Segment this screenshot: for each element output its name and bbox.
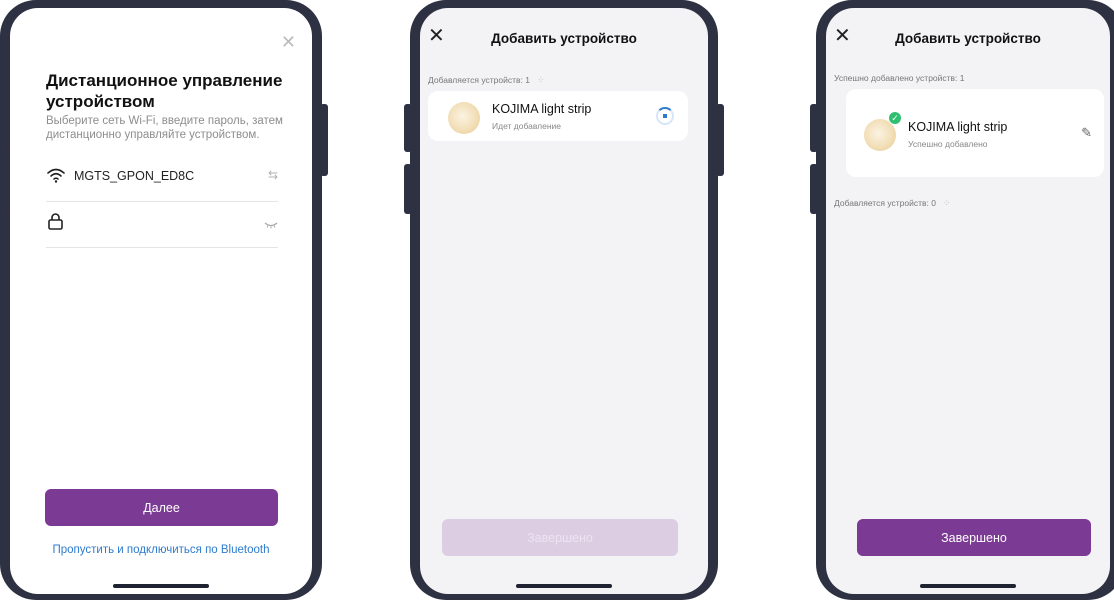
done-button[interactable]: Завершено: [442, 519, 678, 556]
device-status: Успешно добавлено: [908, 139, 988, 149]
device-thumbnail: [448, 102, 480, 134]
adding-count-row: Добавляется устройств: 0 ⁘: [834, 198, 950, 209]
next-button[interactable]: Далее: [45, 489, 278, 526]
eye-closed-icon[interactable]: [264, 221, 278, 229]
header-title: Добавить устройство: [491, 31, 637, 46]
phone-side-button: [320, 104, 328, 176]
wifi-network-field[interactable]: MGTS_GPON_ED8C ⇆: [46, 156, 278, 202]
adding-device-screen: ✕ Добавить устройство Добавляется устрой…: [420, 8, 708, 594]
phone-side-button: [404, 104, 412, 152]
done-button[interactable]: Завершено: [857, 519, 1091, 556]
device-card[interactable]: ✓ KOJIMA light strip Успешно добавлено ✎: [846, 89, 1104, 177]
device-added-screen: ✕ Добавить устройство Успешно добавлено …: [826, 8, 1110, 594]
phone-wifi-setup: ✕ Дистанционное управление устройством В…: [0, 0, 328, 600]
progress-icon: [656, 107, 674, 125]
wifi-icon: [47, 168, 65, 183]
adding-count-label: Добавляется устройств: 0: [834, 198, 936, 208]
device-card[interactable]: KOJIMA light strip Идет добавление: [428, 91, 688, 141]
header: ✕ Добавить устройство: [826, 8, 1110, 58]
phone-side-button: [810, 104, 818, 152]
wifi-network-name: MGTS_GPON_ED8C: [74, 169, 195, 183]
device-name: KOJIMA light strip: [908, 120, 1008, 134]
spinner-icon: ⁘: [942, 198, 951, 208]
adding-count-row: Добавляется устройств: 1 ⁘: [428, 75, 544, 86]
home-indicator: [920, 584, 1016, 588]
spinner-icon: ⁘: [536, 75, 545, 85]
device-status: Идет добавление: [492, 121, 562, 131]
swap-icon[interactable]: ⇆: [268, 168, 278, 182]
bluetooth-link[interactable]: Пропустить и подключиться по Bluetooth: [10, 544, 312, 556]
phone-side-button: [716, 104, 724, 176]
password-field[interactable]: [46, 202, 278, 248]
phone-side-button: [0, 104, 2, 148]
edit-icon[interactable]: ✎: [1081, 125, 1092, 141]
page-subtitle: Выберите сеть Wi-Fi, введите пароль, зат…: [46, 115, 283, 141]
phone-side-button: [810, 164, 818, 214]
phone-device-added: ✕ Добавить устройство Успешно добавлено …: [810, 0, 1114, 600]
adding-count-label: Добавляется устройств: 1: [428, 75, 530, 85]
phone-adding-device: ✕ Добавить устройство Добавляется устрой…: [404, 0, 724, 600]
phone-side-button: [404, 164, 412, 214]
header-title: Добавить устройство: [895, 31, 1041, 46]
check-icon: ✓: [888, 111, 902, 125]
home-indicator: [516, 584, 612, 588]
wifi-setup-screen: ✕ Дистанционное управление устройством В…: [10, 8, 312, 594]
home-indicator: [113, 584, 209, 588]
lock-icon: [48, 213, 63, 230]
header: ✕ Добавить устройство: [420, 8, 708, 58]
close-icon[interactable]: ✕: [281, 32, 296, 53]
device-name: KOJIMA light strip: [492, 102, 592, 116]
phone-side-button: [0, 164, 2, 214]
page-title: Дистанционное управление устройством: [46, 71, 283, 111]
success-count-label: Успешно добавлено устройств: 1: [834, 73, 965, 83]
